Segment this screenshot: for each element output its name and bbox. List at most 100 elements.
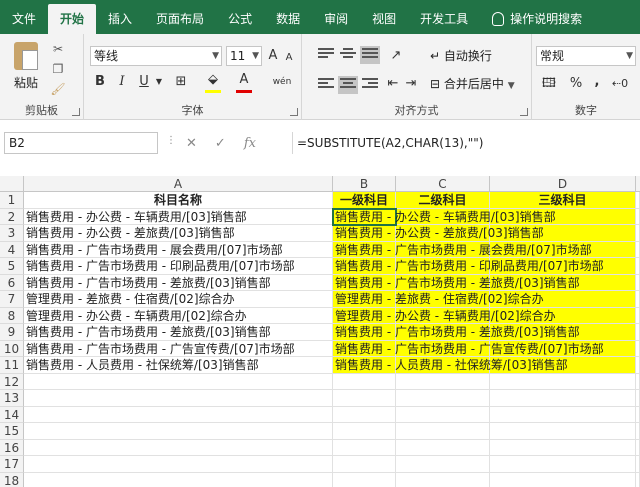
grid-cell[interactable] (24, 390, 333, 407)
grid-cell[interactable] (490, 439, 636, 456)
grid-cell[interactable] (636, 192, 640, 209)
grid-cell[interactable] (24, 373, 333, 390)
bold-button[interactable]: B (92, 72, 108, 92)
paste-icon[interactable] (14, 42, 38, 70)
row-header[interactable]: 12 (0, 373, 24, 390)
row-header[interactable]: 16 (0, 439, 24, 456)
cut-icon[interactable]: ✂ (50, 42, 66, 56)
tell-me-search[interactable]: 操作说明搜索 (480, 4, 594, 34)
grid-cell[interactable] (636, 324, 640, 341)
column-header-a[interactable]: A (24, 176, 333, 192)
grid-cell[interactable] (396, 406, 490, 423)
grid-cell[interactable] (396, 373, 490, 390)
font-color-button[interactable]: A (236, 70, 252, 90)
grid-cell[interactable] (396, 456, 490, 473)
grid-cell[interactable] (636, 208, 640, 225)
grid-cell[interactable] (24, 423, 333, 440)
grid-cell[interactable]: 销售费用 - 广告市场费用 - 广告宣传费/[07]市场部 (24, 340, 333, 357)
grid-cell[interactable]: 三级科目 (490, 192, 636, 209)
column-header-c[interactable]: C (396, 176, 490, 192)
grid-cell[interactable] (333, 456, 396, 473)
comma-button[interactable]: , (590, 72, 604, 92)
copy-icon[interactable]: ❐ (50, 62, 66, 76)
select-all-corner[interactable] (0, 176, 24, 192)
grid-cell[interactable] (24, 406, 333, 423)
phonetic-button[interactable]: wén (268, 72, 296, 92)
grid-cell[interactable] (636, 225, 640, 242)
grid-cell[interactable]: 二级科目 (396, 192, 490, 209)
alignment-launcher-icon[interactable] (520, 108, 528, 116)
align-top-icon[interactable] (318, 48, 334, 62)
font-name-select[interactable]: 等线 ▼ (90, 46, 222, 66)
grid-cell[interactable]: 销售费用 - 办公费 - 差旅费/[03]销售部 (333, 225, 544, 242)
grid-cell[interactable] (636, 241, 640, 258)
grid-cell[interactable]: 管理费用 - 差旅费 - 住宿费/[02]综合办 (333, 291, 544, 308)
insert-function-icon[interactable]: fx (244, 136, 256, 151)
grid-cell[interactable] (396, 390, 490, 407)
row-header[interactable]: 2 (0, 208, 24, 225)
grid-cell[interactable] (636, 274, 640, 291)
row-header[interactable]: 8 (0, 307, 24, 324)
italic-button[interactable]: I (114, 72, 130, 92)
grid-cell[interactable] (636, 357, 640, 374)
row-header[interactable]: 6 (0, 274, 24, 291)
decrease-indent-icon[interactable]: ⇤ (386, 74, 400, 94)
grid-cell[interactable]: 销售费用 - 广告市场费用 - 差旅费/[03]销售部 (24, 324, 333, 341)
tab-insert[interactable]: 插入 (96, 4, 144, 34)
grid-cell[interactable] (333, 390, 396, 407)
grid-cell[interactable] (490, 456, 636, 473)
align-center-icon[interactable] (338, 76, 358, 94)
tab-file[interactable]: 文件 (0, 4, 48, 34)
font-size-select[interactable]: 11 ▼ (226, 46, 262, 66)
paste-button[interactable]: 粘贴 (6, 74, 46, 91)
grid-cell[interactable] (24, 456, 333, 473)
underline-dropdown-icon[interactable]: ▼ (154, 72, 164, 92)
row-header[interactable]: 13 (0, 390, 24, 407)
grid-cell[interactable] (636, 439, 640, 456)
row-header[interactable]: 17 (0, 456, 24, 473)
grid-cell[interactable] (333, 423, 396, 440)
align-bottom-icon[interactable] (360, 46, 380, 64)
borders-icon[interactable]: ⊞ (172, 72, 190, 92)
tab-review[interactable]: 审阅 (312, 4, 360, 34)
grid-cell[interactable] (333, 439, 396, 456)
grid-cell[interactable]: 销售费用 - 办公费 - 差旅费/[03]销售部 (24, 225, 333, 242)
grid-cell[interactable]: 销售费用 - 办公费 - 车辆费用/[03]销售部 (332, 207, 556, 226)
grid-cell[interactable] (396, 423, 490, 440)
grid-cell[interactable] (636, 423, 640, 440)
row-header[interactable]: 9 (0, 324, 24, 341)
align-right-icon[interactable] (362, 78, 378, 92)
tab-formulas[interactable]: 公式 (216, 4, 264, 34)
cancel-icon[interactable]: ✕ (186, 136, 197, 151)
grid-cell[interactable] (636, 373, 640, 390)
grid-cell[interactable]: 管理费用 - 办公费 - 车辆费用/[02]综合办 (24, 307, 333, 324)
number-format-select[interactable]: 常规 ▼ (536, 46, 636, 66)
grid-cell[interactable] (636, 307, 640, 324)
increase-indent-icon[interactable]: ⇥ (404, 74, 418, 94)
grid-cell[interactable] (333, 472, 396, 487)
tab-page-layout[interactable]: 页面布局 (144, 4, 216, 34)
row-header[interactable]: 7 (0, 291, 24, 308)
grid-cell[interactable] (24, 439, 333, 456)
grid-cell[interactable] (333, 406, 396, 423)
grid-cell[interactable] (636, 456, 640, 473)
grid-cell[interactable]: 管理费用 - 办公费 - 车辆费用/[02]综合办 (333, 307, 556, 324)
grid-cell[interactable]: 管理费用 - 差旅费 - 住宿费/[02]综合办 (24, 291, 333, 308)
grid-cell[interactable]: 销售费用 - 广告市场费用 - 广告宣传费/[07]市场部 (333, 340, 604, 357)
align-left-icon[interactable] (318, 78, 334, 92)
format-painter-icon[interactable]: 🖌 (50, 82, 66, 96)
grid-cell[interactable] (490, 373, 636, 390)
tab-home[interactable]: 开始 (48, 4, 97, 34)
grid-cell[interactable]: 销售费用 - 广告市场费用 - 差旅费/[03]销售部 (333, 274, 580, 291)
row-header[interactable]: 10 (0, 340, 24, 357)
grid-cell[interactable] (490, 406, 636, 423)
grid-cell[interactable] (636, 340, 640, 357)
percent-button[interactable]: % (568, 74, 584, 94)
grid-cell[interactable] (636, 406, 640, 423)
underline-button[interactable]: U (136, 72, 152, 92)
font-launcher-icon[interactable] (290, 108, 298, 116)
grid-cell[interactable] (333, 373, 396, 390)
row-header[interactable]: 18 (0, 472, 24, 487)
grid-cell[interactable]: 科目名称 (24, 192, 333, 209)
row-header[interactable]: 1 (0, 192, 24, 209)
